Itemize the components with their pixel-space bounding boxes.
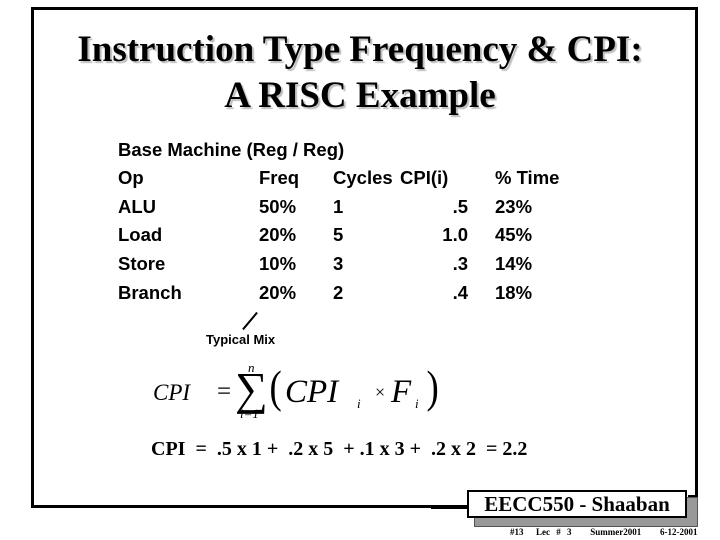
cell-cpi: .3 <box>452 253 468 274</box>
formula-close-paren: ) <box>426 361 439 412</box>
cell-time: 18% <box>495 282 533 303</box>
slide-title-line2: A RISC Example <box>224 75 496 116</box>
cell-time: 14% <box>495 253 533 274</box>
cell-cycles: 5 <box>333 224 344 245</box>
cell-cpi: 1.0 <box>442 224 468 245</box>
typical-mix-annotation: Typical Mix <box>206 332 276 347</box>
cell-freq: 20% <box>259 224 297 245</box>
header-freq: Freq <box>259 167 300 188</box>
cpi-formula: CPI = ∑ n i=1 ( CPI i × F i ) <box>153 360 453 426</box>
formula-subscript-i: i <box>357 396 361 411</box>
header-cycles: Cycles <box>333 167 393 188</box>
course-badge: EECC550 - Shaaban <box>467 490 687 518</box>
cell-cpi: .4 <box>452 282 468 303</box>
formula-lhs: CPI <box>153 380 191 405</box>
cell-freq: 10% <box>259 253 297 274</box>
cell-cycles: 2 <box>333 282 344 303</box>
cell-op: ALU <box>118 196 157 217</box>
cpi-calculation: CPI = .5 x 1 + .2 x 5 + .1 x 3 + .2 x 2 … <box>151 438 528 460</box>
badge-connector-right-vertical <box>695 470 698 498</box>
slide-title-line1: Instruction Type Frequency & CPI: <box>77 29 643 70</box>
summation-lower-limit: i=1 <box>240 406 259 421</box>
cell-cpi: .5 <box>452 196 468 217</box>
formula-term-f: F <box>391 374 412 410</box>
formula-term-cpi: CPI <box>285 374 339 410</box>
formula-equals: = <box>217 378 232 405</box>
slide-footer: #13 Lec # 3 Summer2001 6-12-2001 <box>510 527 698 537</box>
header-time: % Time <box>495 167 560 188</box>
cell-freq: 50% <box>259 196 297 217</box>
formula-times: × <box>375 382 386 402</box>
cell-cycles: 3 <box>333 253 344 274</box>
cell-cycles: 1 <box>333 196 344 217</box>
cell-op: Store <box>118 253 166 274</box>
formula-subscript-i: i <box>415 396 419 411</box>
cell-freq: 20% <box>259 282 297 303</box>
cell-time: 45% <box>495 224 533 245</box>
table-caption: Base Machine (Reg / Reg) <box>118 139 345 160</box>
cell-time: 23% <box>495 196 533 217</box>
header-op: Op <box>118 167 144 188</box>
formula-open-paren: ( <box>269 361 282 412</box>
cell-op: Branch <box>118 282 182 303</box>
header-cpi: CPI(i) <box>400 167 449 188</box>
summation-upper-limit: n <box>248 360 255 375</box>
cell-op: Load <box>118 224 163 245</box>
badge-connector-left <box>431 506 469 509</box>
